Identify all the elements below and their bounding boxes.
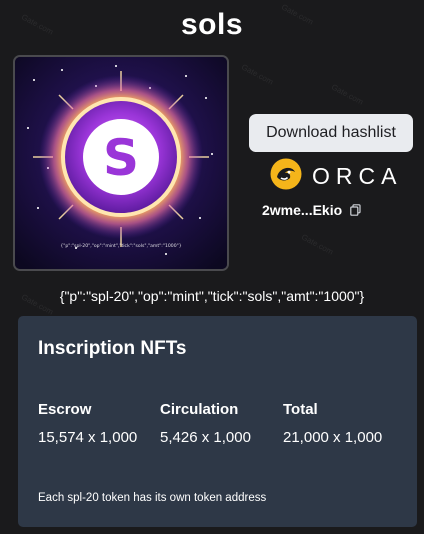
- stat-escrow: Escrow 15,574 x 1,000: [38, 401, 137, 446]
- nft-image[interactable]: S {"p":"spl-20","op":"mint","tick":"sols…: [13, 55, 229, 271]
- page-title: sols: [180, 8, 244, 41]
- card-note: Each spl-20 token has its own token addr…: [38, 492, 267, 504]
- card-title: Inscription NFTs: [38, 338, 187, 359]
- nft-artwork: S {"p":"spl-20","op":"mint","tick":"sols…: [15, 57, 227, 269]
- watermark: Gate.com: [329, 82, 365, 107]
- watermark: Gate.com: [239, 62, 275, 87]
- nft-symbol: S: [103, 129, 139, 187]
- orca-link[interactable]: ORCA: [270, 158, 403, 195]
- watermark: Gate.com: [299, 232, 335, 257]
- orca-logo-icon: [270, 158, 302, 195]
- stat-value: 15,574 x 1,000: [38, 429, 138, 446]
- stat-label: Escrow: [38, 401, 92, 418]
- stat-circulation: Circulation 5,426 x 1,000: [160, 401, 251, 446]
- nft-caption: {"p":"spl-20","op":"mint","tick":"sols",…: [60, 243, 181, 249]
- inscription-json: {"p":"spl-20","op":"mint","tick":"sols",…: [59, 288, 365, 304]
- inscription-card: Inscription NFTs Escrow 15,574 x 1,000 C…: [18, 316, 417, 527]
- copy-icon[interactable]: [350, 204, 361, 216]
- stat-label: Circulation: [160, 401, 239, 418]
- wallet-address: 2wme...Ekio: [262, 202, 361, 218]
- download-hashlist-button[interactable]: Download hashlist: [249, 114, 413, 152]
- address-text: 2wme...Ekio: [262, 202, 343, 218]
- stat-value: 21,000 x 1,000: [283, 429, 383, 446]
- stat-total: Total 21,000 x 1,000: [283, 401, 382, 446]
- orca-wordmark: ORCA: [312, 162, 403, 189]
- stat-label: Total: [283, 401, 318, 418]
- stat-value: 5,426 x 1,000: [160, 429, 251, 446]
